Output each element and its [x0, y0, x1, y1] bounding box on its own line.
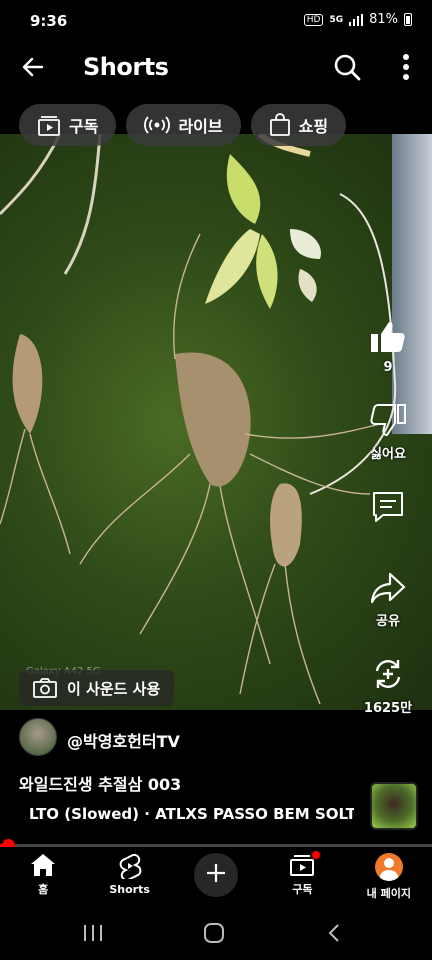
- music-title: LTO (Slowed) · ATLXS PASSO BEM SOLTO: [29, 805, 354, 823]
- arrow-left-icon: [22, 57, 44, 77]
- page-title: Shorts: [83, 53, 169, 81]
- like-count: 9: [383, 360, 393, 375]
- network-label: 5G: [329, 14, 344, 25]
- use-sound-label: 이 사운드 사용: [67, 679, 161, 698]
- status-time: 9:36: [30, 12, 68, 30]
- nav-create[interactable]: [173, 847, 259, 905]
- chip-shopping[interactable]: 쇼핑: [250, 104, 347, 146]
- nav-home[interactable]: 홈: [0, 847, 86, 905]
- nav-subscriptions[interactable]: 구독: [259, 847, 345, 905]
- chip-subscriptions[interactable]: 구독: [19, 104, 117, 146]
- share-button[interactable]: 공유: [370, 572, 406, 629]
- channel-name[interactable]: @박영호헌터TV: [67, 728, 180, 752]
- nav-shorts[interactable]: Shorts: [86, 847, 172, 905]
- music-thumbnail[interactable]: [370, 782, 418, 830]
- signal-icon: [349, 13, 364, 26]
- action-column: 9 싫어요 공유 1625만: [358, 320, 418, 744]
- plus-icon: [207, 864, 226, 882]
- filter-chips: 구독 라이브 쇼핑: [19, 104, 347, 146]
- dislike-label: 싫어요: [370, 447, 406, 462]
- music-row[interactable]: LTO (Slowed) · ATLXS PASSO BEM SOLTO: [19, 804, 354, 824]
- share-icon: [370, 572, 406, 604]
- recent-apps-icon[interactable]: [82, 923, 104, 943]
- comment-icon: [373, 492, 403, 522]
- system-nav: [0, 905, 432, 960]
- battery-percent: 81%: [369, 12, 398, 27]
- more-options-button[interactable]: [396, 52, 416, 82]
- remix-icon: [375, 660, 401, 688]
- remix-count: 1625만: [363, 701, 413, 716]
- profile-avatar: [374, 853, 403, 881]
- nav-profile[interactable]: 내 페이지: [346, 847, 432, 905]
- nav-shorts-label: Shorts: [109, 883, 150, 896]
- chip-subscriptions-label: 구독: [69, 117, 99, 136]
- use-sound-button[interactable]: 이 사운드 사용: [19, 670, 175, 706]
- chip-live-label: 라이브: [178, 117, 223, 136]
- shorts-icon: [119, 853, 141, 879]
- channel-avatar[interactable]: [19, 718, 57, 756]
- status-icons: HD 5G 81%: [303, 12, 412, 27]
- camera-icon: [33, 678, 57, 698]
- share-label: 공유: [376, 614, 400, 629]
- remix-button[interactable]: 1625만: [364, 657, 412, 716]
- shopping-bag-icon: [269, 113, 290, 136]
- more-vert-icon: [403, 54, 409, 80]
- search-button[interactable]: [332, 52, 362, 82]
- dislike-button[interactable]: 싫어요: [370, 403, 406, 462]
- create-button[interactable]: [194, 853, 239, 897]
- home-icon: [31, 854, 56, 876]
- search-icon: [334, 54, 361, 81]
- live-icon: [144, 116, 171, 134]
- thumbs-up-icon: [371, 322, 405, 352]
- back-chevron-icon[interactable]: [326, 923, 342, 943]
- back-button[interactable]: [18, 52, 48, 82]
- bottom-nav: 홈 Shorts 구독 내 페이지: [0, 847, 432, 905]
- hd-voice-icon: HD: [303, 13, 324, 26]
- nav-profile-label: 내 페이지: [366, 887, 411, 900]
- battery-icon: [404, 13, 412, 26]
- like-button[interactable]: 9: [370, 320, 406, 375]
- nav-home-label: 홈: [38, 883, 49, 896]
- home-circle-icon[interactable]: [203, 923, 225, 943]
- chip-live[interactable]: 라이브: [126, 104, 241, 146]
- status-bar: 9:36 HD 5G 81%: [0, 0, 432, 42]
- nav-subscriptions-label: 구독: [292, 883, 313, 896]
- comments-button[interactable]: [371, 490, 405, 524]
- video-title[interactable]: 와일드진생 추절삼 003: [19, 771, 181, 795]
- notification-dot: [312, 851, 321, 859]
- top-bar: Shorts: [0, 42, 432, 92]
- thumbs-down-icon: [370, 404, 406, 437]
- chip-shopping-label: 쇼핑: [298, 117, 329, 136]
- subscriptions-icon: [38, 116, 60, 136]
